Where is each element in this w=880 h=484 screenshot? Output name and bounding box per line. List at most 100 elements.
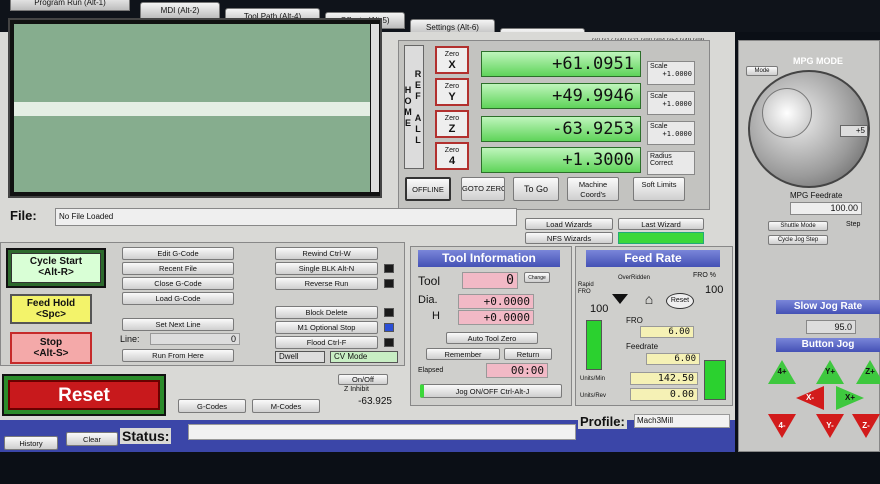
dro-x[interactable]: +61.0951 [481,51,641,77]
flood-button[interactable]: Flood Ctrl-F [275,336,378,349]
file-label: File: [10,208,37,223]
fro-up-icon[interactable]: ⌂ [640,292,658,306]
profile-label: Profile: [578,414,627,429]
mpg-feedrate-value[interactable]: 100.00 [790,202,862,215]
dia-field[interactable]: +0.0000 [458,294,534,309]
shuttle-mode-button[interactable]: Shuttle Mode [768,221,828,231]
z-inhibit-value[interactable]: -63.925 [330,396,392,407]
single-block-button[interactable]: Single BLK Alt-N [275,262,378,275]
remember-button[interactable]: Remember [426,348,500,360]
dro-y[interactable]: +49.9946 [481,83,641,109]
wizard-status-indicator [618,232,704,244]
flood-led [384,338,394,347]
rapid-fro-label: Rapid FRO [578,282,594,295]
status-label: Status: [120,428,172,444]
mcodes-button[interactable]: M-Codes [252,399,320,413]
reverse-run-button[interactable]: Reverse Run [275,277,378,290]
feedrate-value[interactable]: 6.00 [646,353,700,365]
tab-program-run[interactable]: Program Run (Alt-1) [10,0,130,11]
zero-y-button[interactable]: Zero Y [435,78,469,106]
fro-value[interactable]: 6.00 [640,326,694,338]
goto-zero-button[interactable]: GOTO ZERO [461,177,505,201]
line-label: Line: [120,334,140,344]
scale-y[interactable]: Scale +1.0000 [647,91,695,115]
mpg-wheel-hub [762,88,812,138]
reverse-run-led [384,279,394,288]
zero-4-button[interactable]: Zero 4 [435,142,469,170]
fro-reset-button[interactable]: Reset [666,293,694,309]
z-inhibit-toggle[interactable]: On/Off [338,374,388,385]
fro-down-icon[interactable] [612,294,628,304]
units-min-label: Units/Min [580,376,606,382]
mpg-feedrate-label: MPG Feedrate [790,191,843,200]
auto-tool-zero-button[interactable]: Auto Tool Zero [446,332,538,344]
dia-label: Dia. [418,294,438,306]
feed-rate-slider[interactable] [704,360,726,400]
units-min-value: 142.50 [630,372,698,385]
units-rev-label: Units/Rev [580,393,607,399]
run-from-here-button[interactable]: Run From Here [122,349,234,362]
history-button[interactable]: History [4,436,58,450]
tool-number-field[interactable]: 0 [462,272,518,289]
jog-toggle-button[interactable]: Jog ON/OFF Ctrl-Alt-J [420,384,562,398]
ref-all-home-button[interactable]: REF ALL HOME [403,45,424,169]
scale-z[interactable]: Scale +1.0000 [647,121,695,145]
tab-mdi[interactable]: MDI (Alt-2) [140,2,220,19]
dro-4[interactable]: +1.3000 [481,147,641,173]
soft-limits-button[interactable]: Soft Limits [633,177,685,201]
scrollbar[interactable] [371,24,379,192]
close-gcode-button[interactable]: Close G-Code [122,277,234,290]
h-field[interactable]: +0.0000 [458,310,534,325]
cycle-start-button[interactable]: Cycle Start <Alt-R> [11,253,101,283]
offline-button[interactable]: OFFLINE [405,177,451,201]
cycle-start-frame: Cycle Start <Alt-R> [6,248,106,288]
to-go-button[interactable]: To Go [513,177,559,201]
m1-optional-stop-button[interactable]: M1 Optional Stop [275,321,378,334]
zero-x-button[interactable]: Zero X [435,46,469,74]
nfs-wizards-button[interactable]: NFS Wizards [525,232,613,244]
cv-mode-indicator: CV Mode [330,351,398,363]
reset-button[interactable]: Reset [8,380,160,410]
clear-button[interactable]: Clear [66,432,118,446]
zero-z-button[interactable]: Zero Z [435,110,469,138]
gcodes-button[interactable]: G-Codes [178,399,246,413]
rapid-fro-value: 100 [590,303,609,315]
units-rev-value: 0.00 [630,388,698,401]
mpg-step-value[interactable]: +5 [840,125,868,137]
status-message [188,424,576,440]
button-jog-title: Button Jog [776,338,880,352]
recent-file-button[interactable]: Recent File [122,262,234,275]
return-button[interactable]: Return [504,348,552,360]
set-next-line-button[interactable]: Set Next Line [122,318,234,331]
tool-change-button[interactable]: Change [524,272,550,283]
line-value[interactable]: 0 [150,333,240,345]
gcode-display[interactable] [14,24,370,192]
fro-label: FRO [626,316,643,325]
last-wizard-button[interactable]: Last Wizard [618,218,704,230]
feed-rate-title: Feed Rate [586,250,720,267]
rapid-fro-slider[interactable] [586,320,602,370]
slow-jog-rate-title: Slow Jog Rate [776,300,880,314]
block-delete-button[interactable]: Block Delete [275,306,378,319]
feedrate-label: Feedrate [626,342,659,351]
elapsed-label: Elapsed [418,367,444,374]
machine-coords-button[interactable]: Machine Coord's [567,177,619,201]
load-gcode-button[interactable]: Load G-Code [122,292,234,305]
stop-button[interactable]: Stop <Alt-S> [10,332,92,364]
tool-info-panel [410,246,572,406]
dro-panel: REF ALL HOME Zero X Zero Y Zero Z Zero 4 +61… [398,40,710,210]
dro-z[interactable]: -63.9253 [481,116,641,142]
feed-hold-button[interactable]: Feed Hold <Spc> [10,294,92,324]
edit-gcode-button[interactable]: Edit G-Code [122,247,234,260]
profile-value: Mach3Mill [634,414,730,428]
scale-x[interactable]: Scale +1.0000 [647,61,695,85]
mpg-mode-button[interactable]: Mode [746,66,778,76]
current-line-highlight [14,102,370,116]
cycle-jog-step-button[interactable]: Cycle Jog Step [768,235,828,245]
rewind-button[interactable]: Rewind Ctrl-W [275,247,378,260]
reset-frame: Reset [2,374,166,416]
m1-optional-led [384,323,394,332]
load-wizards-button[interactable]: Load Wizards [525,218,613,230]
radius-correct[interactable]: Radius Correct [647,151,695,175]
slow-jog-rate-value[interactable]: 95.0 [806,320,856,334]
